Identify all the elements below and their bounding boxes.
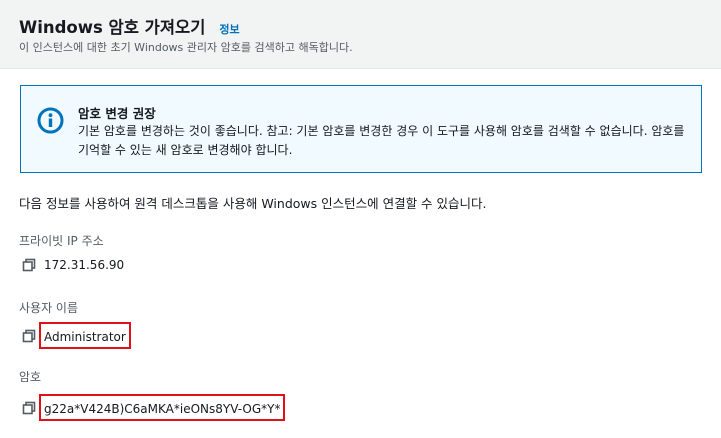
username-highlight: Administrator (39, 322, 131, 349)
private-ip-label: 프라이빗 IP 주소 (19, 234, 104, 248)
password-highlight: g22a*V424B)C6aMKA*ieONs8YV-OG*Y* (39, 394, 286, 421)
info-icon (37, 107, 64, 134)
get-windows-password-panel: Windows 암호 가져오기 정보 이 인스턴스에 대한 초기 Windows… (0, 0, 721, 438)
copy-icon[interactable] (22, 401, 36, 415)
title-row: Windows 암호 가져오기 정보 (19, 14, 240, 38)
connection-description: 다음 정보를 사용하여 원격 데스크톱을 사용해 Windows 인스턴스에 연… (19, 196, 487, 211)
alert-title: 암호 변경 권장 (78, 106, 156, 121)
password-label: 암호 (19, 370, 42, 384)
private-ip-row: 172.31.56.90 (22, 258, 124, 272)
private-ip-value: 172.31.56.90 (44, 258, 125, 272)
info-link[interactable]: 정보 (219, 21, 239, 37)
copy-icon[interactable] (22, 329, 36, 343)
panel-header: Windows 암호 가져오기 정보 이 인스턴스에 대한 초기 Windows… (0, 0, 721, 69)
username-label: 사용자 이름 (19, 301, 79, 315)
username-row: Administrator (22, 322, 131, 349)
username-value: Administrator (44, 330, 126, 344)
password-row: g22a*V424B)C6aMKA*ieONs8YV-OG*Y* (22, 394, 286, 421)
copy-icon[interactable] (22, 258, 36, 272)
page-title: Windows 암호 가져오기 (19, 18, 206, 37)
password-change-alert: 암호 변경 권장 기본 암호를 변경하는 것이 좋습니다. 참고: 기본 암호를… (20, 85, 702, 173)
page-subtitle: 이 인스턴스에 대한 초기 Windows 관리자 암호를 검색하고 해독합니다… (19, 41, 353, 54)
alert-body: 기본 암호를 변경하는 것이 좋습니다. 참고: 기본 암호를 변경한 경우 이… (78, 124, 685, 157)
password-value: g22a*V424B)C6aMKA*ieONs8YV-OG*Y* (44, 402, 281, 416)
